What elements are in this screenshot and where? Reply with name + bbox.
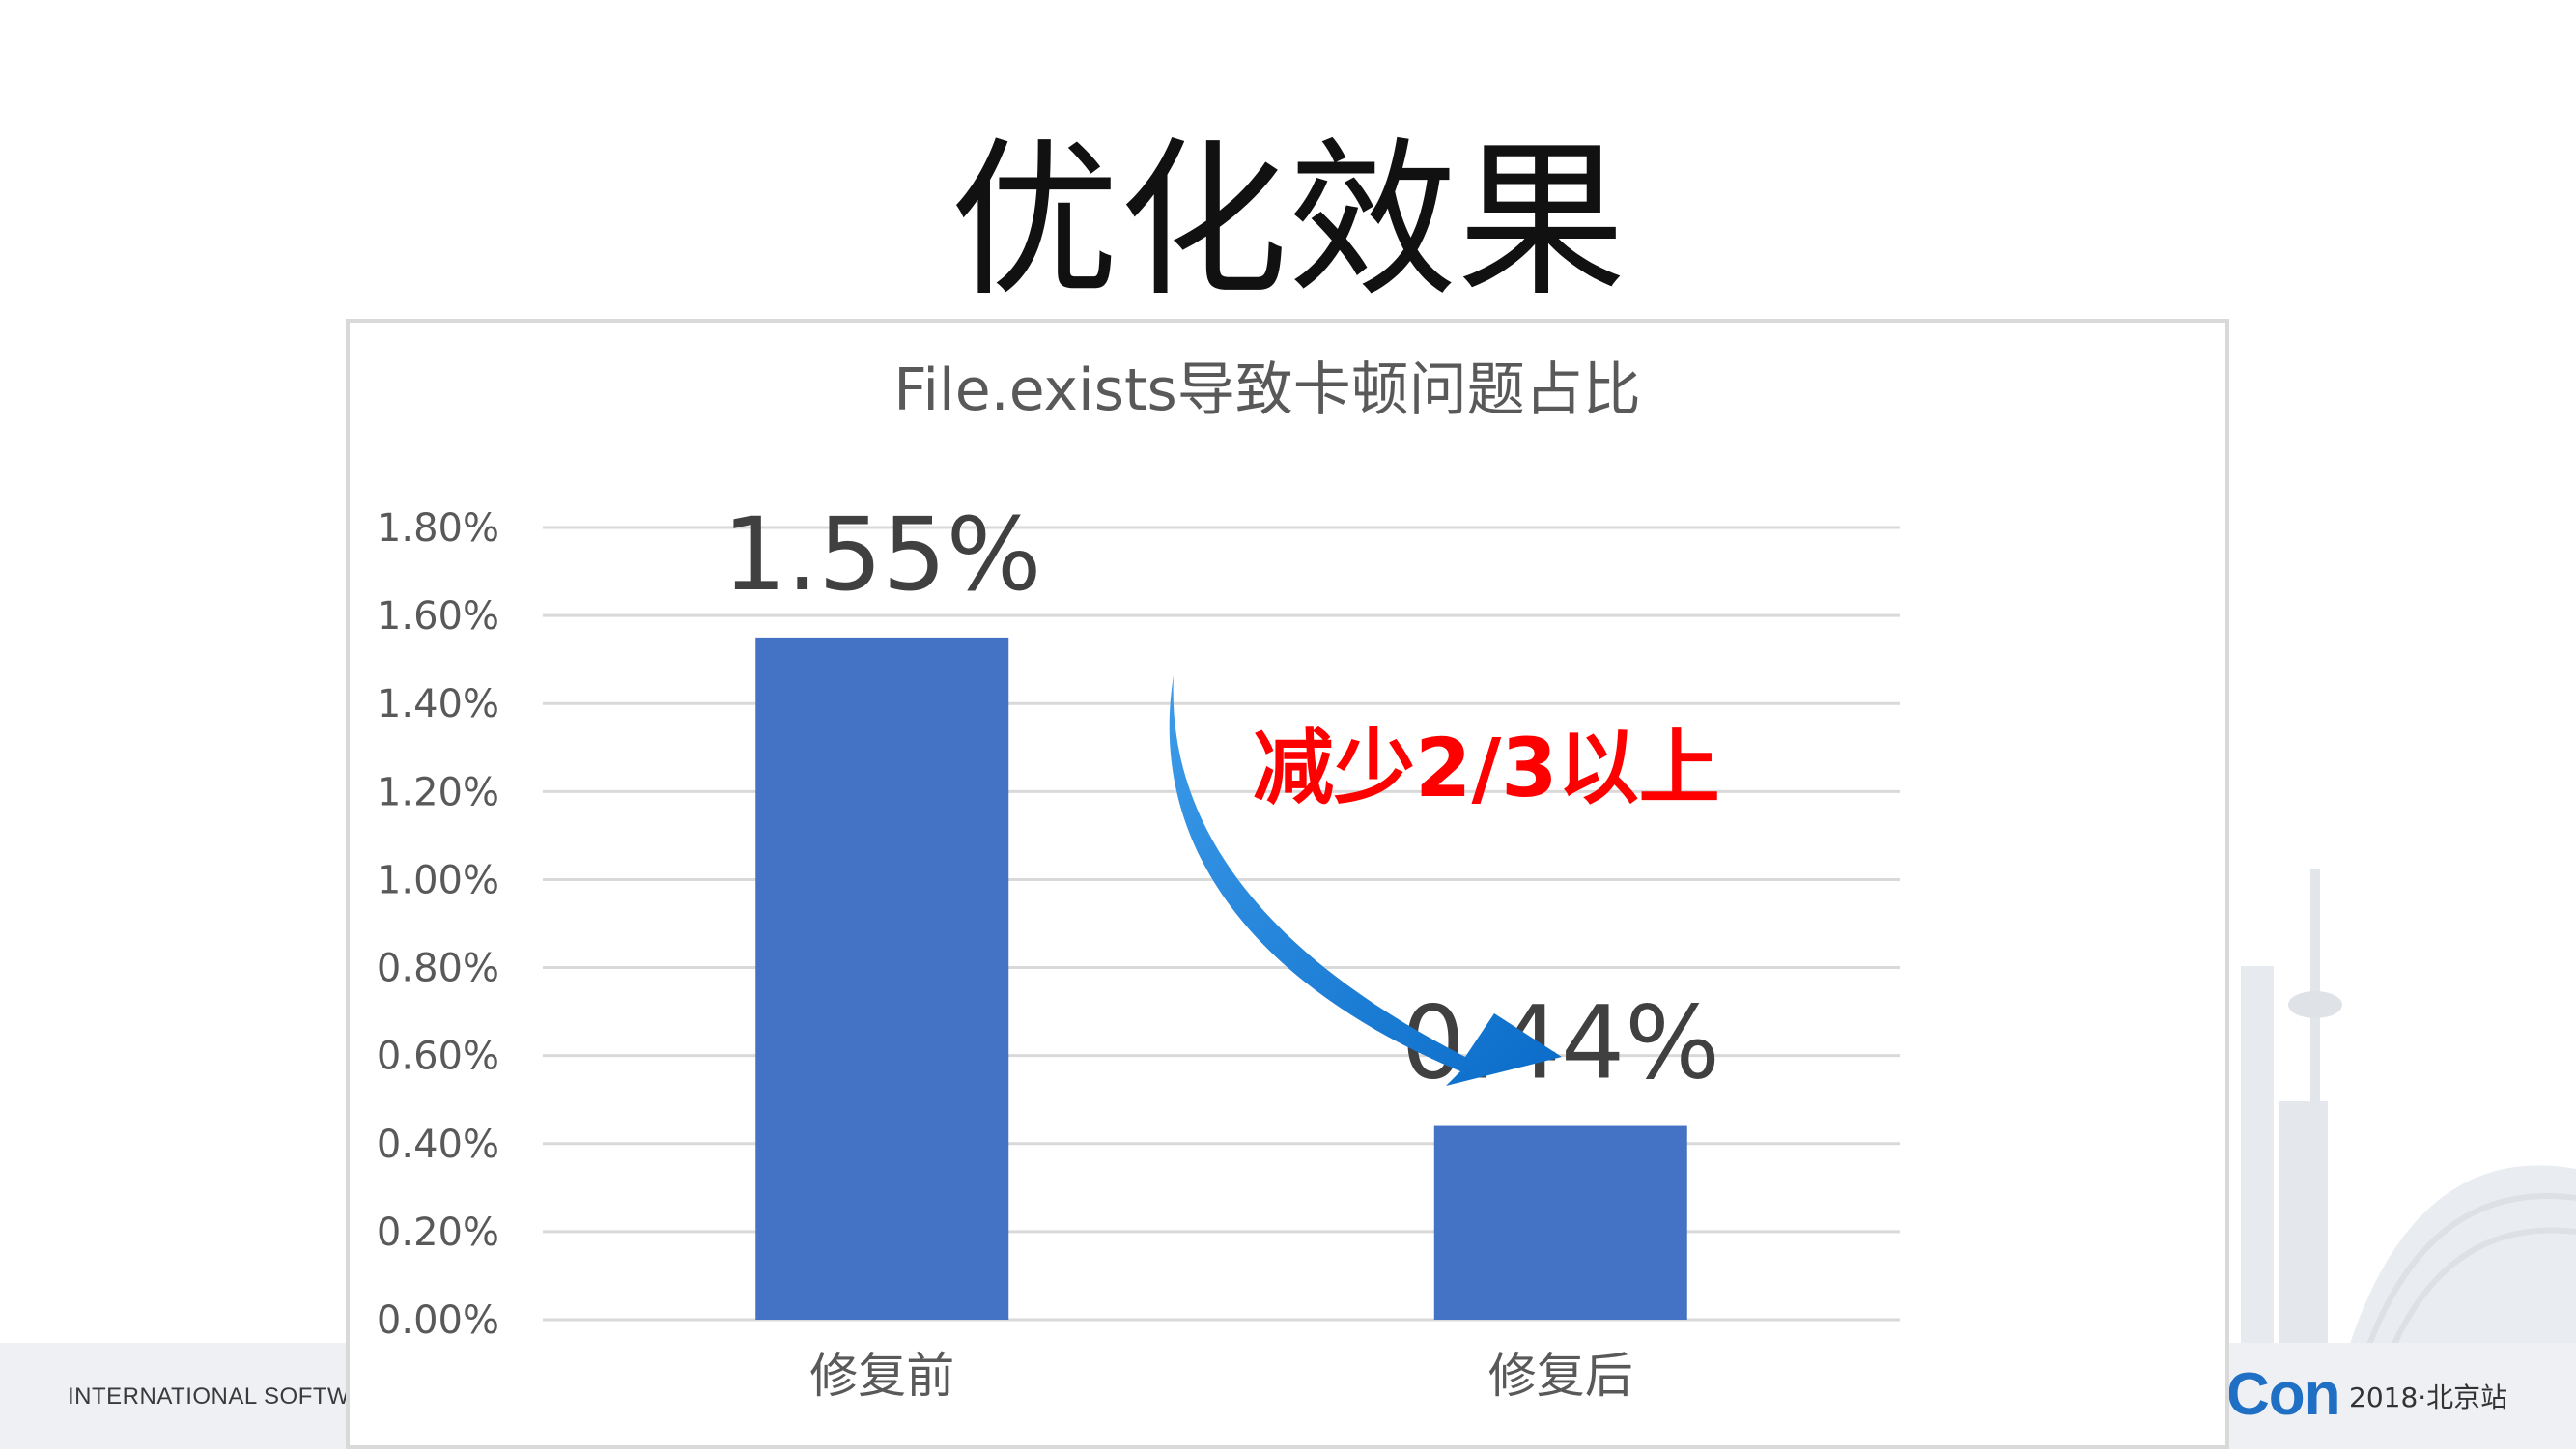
skyline-decoration: [2241, 869, 2576, 1353]
y-tick-label: 1.20%: [377, 770, 499, 814]
y-tick-label: 1.00%: [377, 858, 499, 902]
y-tick-label: 0.40%: [377, 1123, 499, 1167]
x-category-label: 修复前: [809, 1348, 954, 1404]
reduction-annotation: 减少2/3以上: [1253, 721, 1720, 815]
y-tick-label: 0.60%: [377, 1035, 499, 1079]
bar: [1433, 1125, 1687, 1320]
gridlines: [543, 526, 1900, 1322]
footer-event-text: 2018·北京站: [2349, 1382, 2508, 1413]
chart-title: File.exists导致卡顿问题占比: [893, 356, 1641, 424]
bar-chart: File.exists导致卡顿问题占比 0.00% 0.20% 0.40% 0.60%…: [377, 356, 1900, 1404]
y-tick-label: 0.80%: [377, 947, 499, 991]
y-tick-label: 1.80%: [377, 506, 499, 551]
y-tick-label: 0.00%: [377, 1298, 499, 1343]
data-label: 1.55%: [722, 496, 1041, 613]
chart-card: File.exists导致卡顿问题占比 0.00% 0.20% 0.40% 0.60%…: [346, 319, 2229, 1449]
footer-logo: Con: [2226, 1361, 2341, 1428]
bar: [755, 637, 1009, 1320]
y-tick-label: 1.60%: [377, 594, 499, 639]
x-category-label: 修复后: [1488, 1348, 1633, 1404]
footer-conference-text: INTERNATIONAL SOFTWA: [68, 1383, 365, 1410]
slide-title: 优化效果: [949, 124, 1627, 320]
y-tick-label: 0.20%: [377, 1211, 499, 1255]
y-tick-label: 1.40%: [377, 682, 499, 726]
y-axis-ticks: 0.00% 0.20% 0.40% 0.60% 0.80% 1.00% 1.20% 1.40%…: [377, 506, 499, 1343]
x-axis-categories: 修复前 修复后: [809, 1348, 1633, 1404]
